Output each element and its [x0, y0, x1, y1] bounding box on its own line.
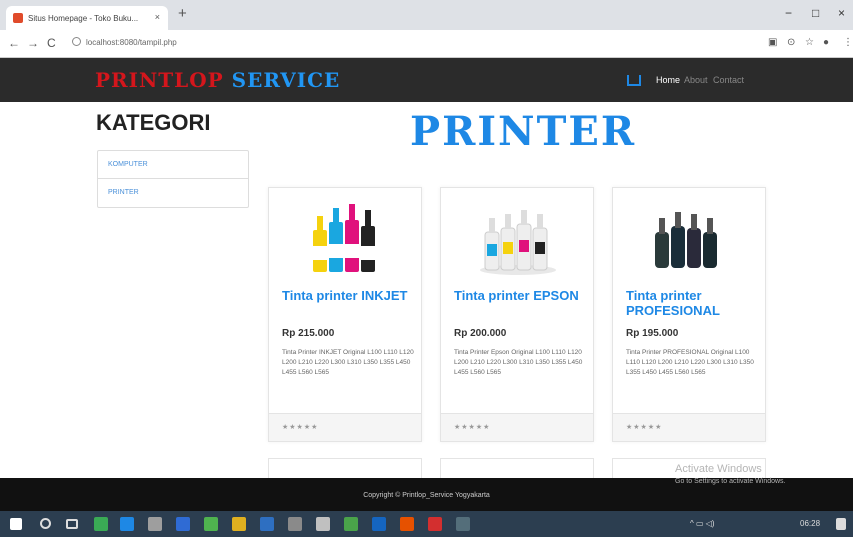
cart-icon[interactable]	[627, 75, 641, 86]
app-icon-6[interactable]	[372, 517, 386, 531]
product-title[interactable]: Tinta printer INKJET	[282, 288, 412, 303]
card-footer: ★★★★★	[613, 413, 765, 441]
mail-icon[interactable]	[176, 517, 190, 531]
edge-icon[interactable]	[120, 517, 134, 531]
activate-windows-subtitle: Go to Settings to activate Windows.	[675, 478, 786, 485]
task-view-icon[interactable]	[66, 519, 78, 529]
product-price: Rp 200.000	[454, 328, 507, 339]
site-brand[interactable]: PRINTLOP SERVICE	[95, 68, 340, 92]
tray-icons[interactable]: ^ ▭ ◁)	[690, 519, 715, 528]
word-icon[interactable]	[260, 517, 274, 531]
product-price: Rp 195.000	[626, 328, 679, 339]
page-heading: PRINTER	[410, 108, 637, 155]
browser-tabbar: Situs Homepage - Toko Buku... × + − □ ×	[0, 0, 853, 30]
brand-blue-text: SERVICE	[231, 68, 341, 92]
rating-stars: ★★★★★	[454, 424, 491, 431]
tab-title: Situs Homepage - Toko Buku...	[28, 13, 139, 23]
nav-about[interactable]: About	[684, 75, 708, 85]
bookmark-star-icon[interactable]: ☆	[805, 37, 814, 48]
rating-stars: ★★★★★	[282, 424, 319, 431]
app-icon-3[interactable]	[288, 517, 302, 531]
menu-dots-icon[interactable]: ⋮	[843, 37, 853, 48]
chrome-icon[interactable]	[232, 517, 246, 531]
rating-stars: ★★★★★	[626, 424, 663, 431]
back-button[interactable]: ←	[8, 36, 20, 50]
site-navbar: PRINTLOP SERVICE Home About Contact	[0, 58, 853, 102]
product-title[interactable]: Tinta printer EPSON	[454, 288, 584, 303]
translate-icon[interactable]: ▣	[768, 37, 777, 48]
store-icon[interactable]	[148, 517, 162, 531]
windows-taskbar: ^ ▭ ◁) 06:28	[0, 511, 853, 537]
app-icon-7[interactable]	[400, 517, 414, 531]
nav-home[interactable]: Home	[656, 75, 680, 85]
maximize-button[interactable]: □	[812, 6, 819, 20]
url-field[interactable]: localhost:8080/tampil.php	[86, 38, 177, 47]
app-icon-5[interactable]	[344, 517, 358, 531]
card-footer: ★★★★★	[269, 413, 421, 441]
favicon-icon	[13, 13, 23, 23]
activate-windows-title: Activate Windows	[675, 463, 762, 475]
category-item-printer[interactable]: PRINTER	[98, 179, 248, 207]
notification-icon[interactable]	[836, 518, 846, 530]
nav-contact[interactable]: Contact	[713, 75, 744, 85]
product-price: Rp 215.000	[282, 328, 335, 339]
product-card[interactable]: Tinta printer PROFESIONAL Rp 195.000 Tin…	[612, 187, 766, 442]
info-icon[interactable]	[72, 37, 81, 46]
tab-close-button[interactable]: ×	[155, 12, 160, 22]
app-icon-9[interactable]	[456, 517, 470, 531]
minimize-button[interactable]: −	[785, 6, 792, 20]
browser-tab[interactable]: Situs Homepage - Toko Buku... ×	[6, 6, 168, 30]
sidebar-title: KATEGORI	[96, 110, 211, 135]
close-window-button[interactable]: ×	[838, 6, 845, 20]
copyright-text: Copyright © Printlop_Service Yogyakarta	[363, 492, 490, 499]
search-icon[interactable]	[40, 518, 51, 529]
app-icon-4[interactable]	[316, 517, 330, 531]
product-description: Tinta Printer PROFESIONAL Original L100 …	[626, 349, 754, 376]
forward-button[interactable]: →	[27, 36, 39, 50]
app-icon-8[interactable]	[428, 517, 442, 531]
address-bar: ← → C localhost:8080/tampil.php ▣ ⊙ ☆ ● …	[0, 30, 853, 58]
product-card[interactable]: Tinta printer INKJET Rp 215.000 Tinta Pr…	[268, 187, 422, 442]
ink-bottles-image	[480, 210, 556, 275]
category-list: KOMPUTER PRINTER	[97, 150, 249, 208]
product-title[interactable]: Tinta printer PROFESIONAL	[626, 288, 756, 318]
clock[interactable]: 06:28	[800, 519, 820, 528]
zoom-icon[interactable]: ⊙	[787, 37, 795, 48]
ink-bottles-image	[655, 212, 717, 268]
new-tab-button[interactable]: +	[178, 5, 187, 22]
app-icon-2[interactable]	[204, 517, 218, 531]
product-description: Tinta Printer Epson Original L100 L110 L…	[454, 349, 583, 376]
start-icon[interactable]	[10, 518, 22, 530]
brand-red-text: PRINTLOP	[95, 68, 224, 92]
app-icon-1[interactable]	[94, 517, 108, 531]
product-description: Tinta Printer INKJET Original L100 L110 …	[282, 349, 414, 376]
product-card[interactable]: Tinta printer EPSON Rp 200.000 Tinta Pri…	[440, 187, 594, 442]
card-footer: ★★★★★	[441, 413, 593, 441]
category-item-komputer[interactable]: KOMPUTER	[98, 151, 248, 179]
ink-bottles-image	[313, 204, 375, 272]
reload-button[interactable]: C	[47, 36, 56, 50]
profile-icon[interactable]: ●	[823, 37, 829, 48]
